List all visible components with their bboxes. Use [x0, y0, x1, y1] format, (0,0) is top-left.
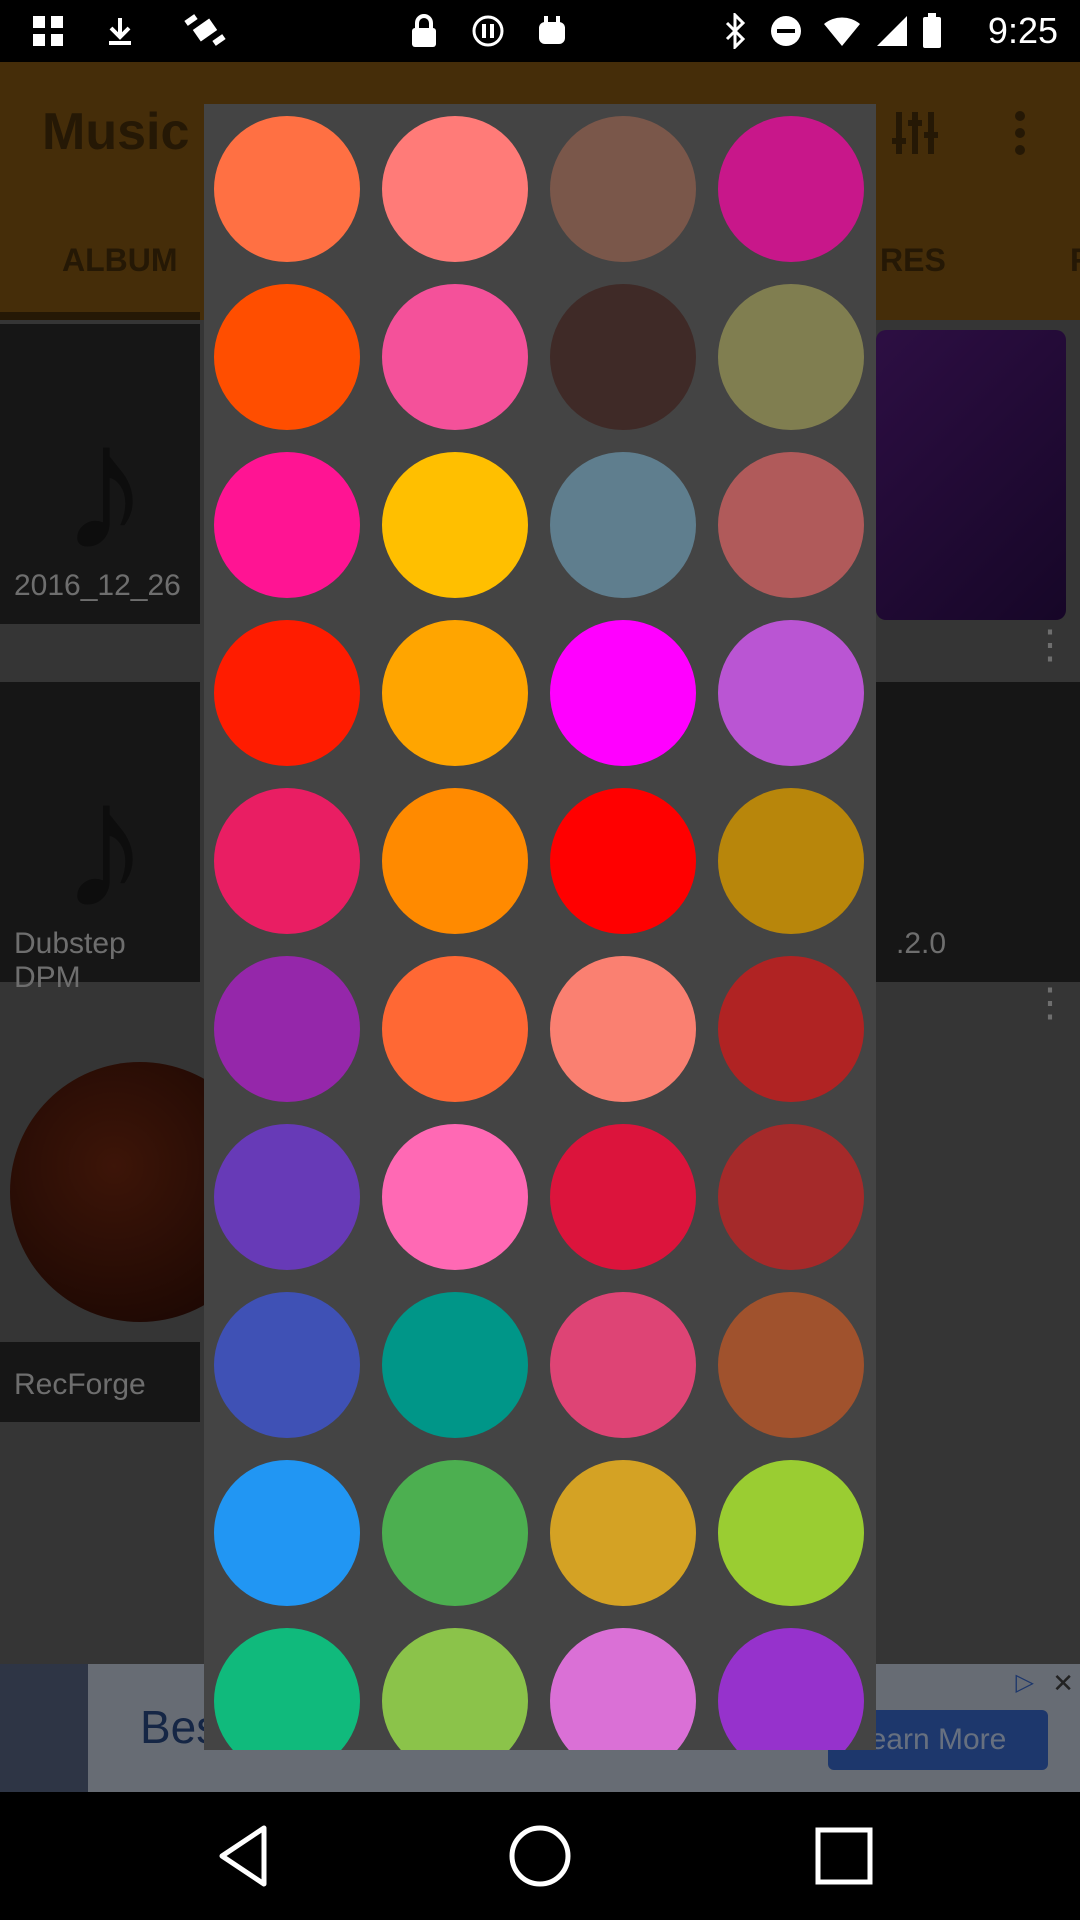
color-swatch[interactable] [718, 788, 864, 934]
color-swatch[interactable] [382, 956, 528, 1102]
wifi-icon [820, 12, 864, 50]
color-swatch[interactable] [214, 956, 360, 1102]
color-picker-dialog [204, 104, 876, 1750]
home-icon[interactable] [500, 1820, 580, 1892]
color-swatch[interactable] [718, 452, 864, 598]
color-swatch[interactable] [382, 1124, 528, 1270]
color-swatch[interactable] [214, 1628, 360, 1750]
color-swatch[interactable] [214, 788, 360, 934]
color-swatch[interactable] [550, 1460, 696, 1606]
color-swatch[interactable] [214, 1292, 360, 1438]
navigation-bar [0, 1792, 1080, 1920]
color-swatch[interactable] [550, 452, 696, 598]
color-swatch[interactable] [550, 1124, 696, 1270]
color-swatch[interactable] [550, 620, 696, 766]
color-swatch[interactable] [214, 1124, 360, 1270]
color-swatch[interactable] [718, 1628, 864, 1750]
color-swatch[interactable] [718, 1460, 864, 1606]
lock-icon [404, 12, 444, 50]
color-swatch[interactable] [214, 452, 360, 598]
grid-icon [28, 12, 68, 50]
color-swatch[interactable] [550, 116, 696, 262]
color-swatch[interactable] [718, 1292, 864, 1438]
color-swatch[interactable] [382, 620, 528, 766]
color-swatch[interactable] [382, 1628, 528, 1750]
back-icon[interactable] [206, 1820, 286, 1892]
status-bar: 9:25 [0, 0, 1080, 62]
color-swatch[interactable] [718, 284, 864, 430]
color-swatch[interactable] [718, 1124, 864, 1270]
color-swatch[interactable] [214, 284, 360, 430]
color-swatch[interactable] [214, 620, 360, 766]
color-swatch[interactable] [550, 284, 696, 430]
color-swatch[interactable] [214, 1460, 360, 1606]
color-swatch[interactable] [718, 956, 864, 1102]
color-swatch[interactable] [718, 620, 864, 766]
color-swatch[interactable] [382, 284, 528, 430]
signal-icon [872, 12, 912, 50]
fake-gps-icon [180, 12, 230, 50]
color-swatch[interactable] [550, 788, 696, 934]
color-swatch[interactable] [382, 452, 528, 598]
recent-apps-icon[interactable] [804, 1820, 884, 1892]
color-swatch[interactable] [718, 116, 864, 262]
battery-icon [920, 12, 944, 50]
color-swatch[interactable] [382, 1460, 528, 1606]
color-swatch[interactable] [382, 1292, 528, 1438]
color-swatch[interactable] [550, 1628, 696, 1750]
color-swatch[interactable] [550, 956, 696, 1102]
do-not-disturb-icon [766, 12, 806, 50]
color-swatch[interactable] [214, 116, 360, 262]
status-time: 9:25 [987, 10, 1058, 51]
color-swatch[interactable] [382, 116, 528, 262]
color-swatch[interactable] [382, 788, 528, 934]
color-swatch[interactable] [550, 1292, 696, 1438]
notification-icon [532, 12, 572, 50]
download-icon [100, 12, 140, 50]
bluetooth-icon [716, 12, 756, 50]
data-saver-icon [468, 12, 508, 50]
